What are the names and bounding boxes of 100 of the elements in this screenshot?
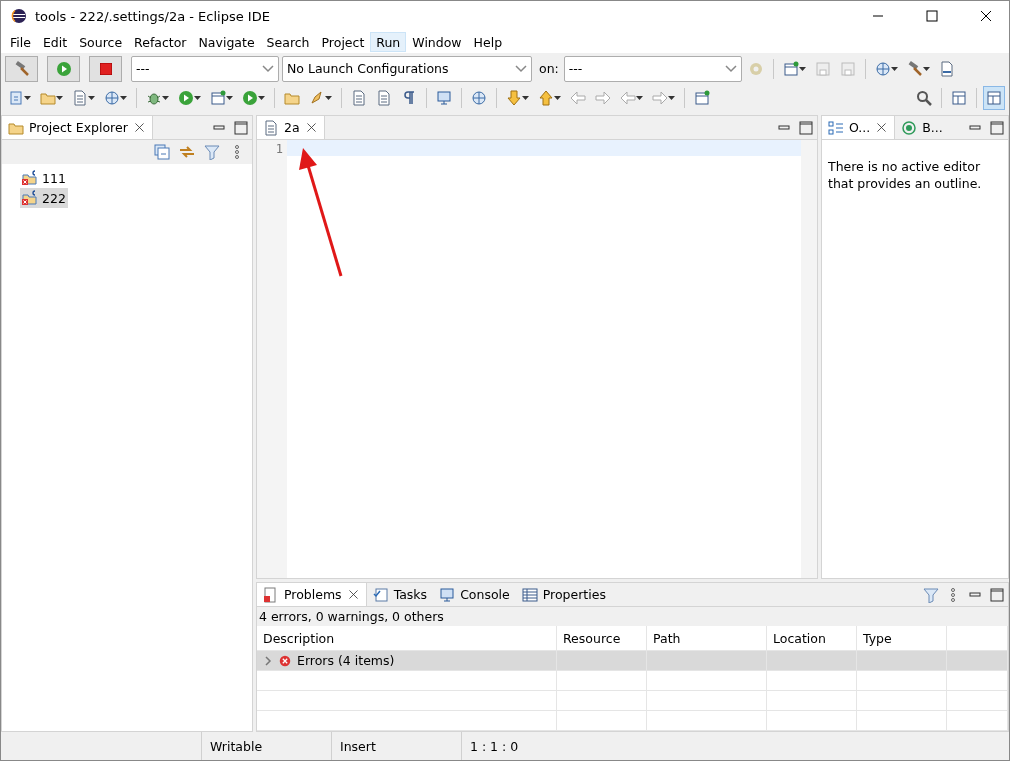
play-icon	[178, 90, 194, 106]
dropdown-caret-icon	[88, 96, 95, 100]
perspective-icon	[986, 90, 1002, 106]
dropdown-caret-icon	[258, 96, 265, 100]
close-icon	[875, 121, 889, 134]
menu-item[interactable]: File	[4, 32, 37, 52]
filter-icon	[204, 144, 220, 160]
menu-item[interactable]: Edit	[36, 32, 74, 52]
menu-item[interactable]: Window	[406, 32, 468, 52]
maximize-icon	[233, 120, 249, 136]
view-tab[interactable]: Tasks	[366, 583, 434, 606]
stop-icon	[99, 62, 112, 75]
chevron-down-icon	[515, 64, 527, 73]
menu-item[interactable]: Project	[315, 32, 371, 52]
gear-icon	[747, 60, 764, 77]
left-arrow-icon	[620, 90, 636, 106]
maximize-icon	[989, 587, 1005, 603]
project-folder-icon	[22, 170, 38, 186]
perspective-icon	[951, 90, 967, 106]
dropdown-caret-icon	[522, 96, 529, 100]
hammer-icon	[906, 60, 923, 77]
view-tab[interactable]: Properties	[515, 583, 612, 606]
folder-icon	[40, 90, 56, 106]
project-folder-icon	[22, 190, 38, 206]
view-tab[interactable]: B...	[895, 116, 949, 139]
play-icon	[242, 90, 258, 106]
dropdown-caret-icon	[226, 96, 233, 100]
tree-row[interactable]: Errors (4 items)	[257, 651, 557, 671]
document-icon	[376, 90, 392, 106]
problems-icon	[263, 586, 279, 603]
maximize-icon	[926, 10, 938, 22]
up-arrow-icon	[538, 90, 554, 106]
window-icon	[210, 90, 226, 106]
status-field: Writable	[201, 732, 331, 760]
tasks-icon	[372, 586, 389, 603]
menu-item[interactable]: Refactor	[128, 32, 193, 52]
globe-icon	[471, 90, 487, 106]
class-file-icon	[8, 90, 24, 106]
close-icon	[980, 10, 992, 22]
row-label: Errors (4 items)	[297, 653, 395, 668]
bug-icon	[146, 90, 162, 106]
binary-file-icon	[938, 60, 955, 77]
maximize-icon	[989, 120, 1005, 136]
launch-mode-combo[interactable]: ---	[131, 55, 279, 82]
menu-item[interactable]: Search	[260, 32, 316, 52]
launch-configuration-combo[interactable]: No Launch Configurations	[282, 55, 532, 82]
dropdown-caret-icon	[890, 66, 898, 71]
right-arrow-icon	[652, 90, 668, 106]
close-icon	[346, 588, 360, 601]
filter-icon	[923, 587, 939, 603]
folder-icon	[284, 90, 300, 106]
chevron-right-icon	[263, 655, 273, 666]
tree-item[interactable]: 222	[20, 188, 68, 208]
globe-icon	[874, 60, 891, 77]
save-icon	[839, 60, 856, 77]
chevron-down-icon	[262, 64, 274, 73]
tree-item[interactable]: 111	[20, 168, 68, 188]
link-icon	[179, 144, 195, 160]
menu-item[interactable]: Navigate	[192, 32, 261, 52]
dropdown-caret-icon	[636, 96, 643, 100]
view-tab[interactable]: O...	[822, 116, 896, 139]
problems-summary: 4 errors, 0 warnings, 0 others	[257, 607, 1008, 626]
dropdown-caret-icon	[668, 96, 675, 100]
collapse-icon	[154, 144, 170, 160]
dropdown-caret-icon	[194, 96, 201, 100]
maximize-icon	[798, 120, 814, 136]
project-explorer-tab[interactable]: Project Explorer	[2, 116, 153, 139]
left-arrow-icon	[570, 90, 586, 106]
close-icon	[132, 121, 146, 134]
editor-tab[interactable]: 2a	[257, 116, 325, 139]
search-icon	[916, 90, 932, 106]
menu-item[interactable]: Source	[73, 32, 129, 52]
paragraph-icon	[401, 90, 417, 106]
view-tab[interactable]: Problems	[257, 583, 367, 606]
document-icon	[263, 119, 279, 136]
launch-target-combo[interactable]: ---	[563, 55, 742, 82]
error-icon	[278, 653, 292, 668]
dropdown-caret-icon	[120, 96, 127, 100]
document-icon	[72, 90, 88, 106]
properties-icon	[521, 586, 538, 603]
launch-button[interactable]	[47, 55, 80, 82]
window-icon	[782, 60, 799, 77]
outline-icon	[828, 119, 844, 136]
view-tab[interactable]: Console	[433, 583, 516, 606]
dropdown-caret-icon	[798, 66, 806, 71]
dropdown-caret-icon	[162, 96, 169, 100]
dropdown-caret-icon	[325, 96, 332, 100]
perspective-button[interactable]	[983, 86, 1005, 110]
play-icon	[55, 60, 72, 77]
menu-item[interactable]: Run	[370, 32, 407, 52]
menu-item[interactable]: Help	[467, 32, 509, 52]
globe-icon	[104, 90, 120, 106]
document-icon	[351, 90, 367, 106]
stop-button[interactable]	[89, 55, 122, 82]
build-button[interactable]	[5, 55, 38, 82]
save-icon	[814, 60, 831, 77]
target-icon	[901, 119, 918, 136]
dropdown-caret-icon	[554, 96, 561, 100]
down-arrow-icon	[506, 90, 522, 106]
hammer-icon	[13, 60, 30, 77]
